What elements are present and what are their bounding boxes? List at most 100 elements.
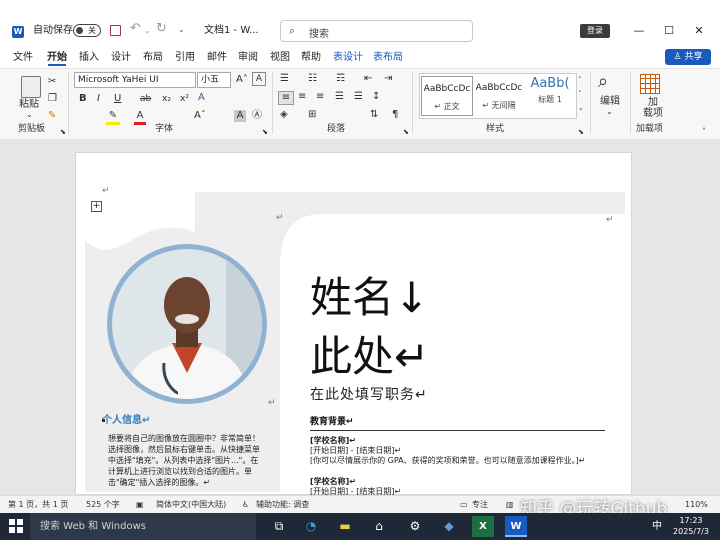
edu-school[interactable]: [学校名称]↵ bbox=[310, 477, 356, 487]
align-right-icon[interactable]: ≡ bbox=[316, 91, 324, 103]
personal-info-heading[interactable]: 个人信息↵ bbox=[102, 415, 150, 427]
tab-view[interactable]: 视图 bbox=[270, 51, 290, 65]
grow-font-icon[interactable]: A˄ bbox=[236, 74, 248, 86]
proofing-icon[interactable]: ▣ bbox=[136, 499, 144, 510]
focus-mode[interactable]: 专注 bbox=[472, 499, 488, 510]
search-input[interactable]: 搜索 bbox=[309, 25, 329, 40]
distributed-icon[interactable]: ☰ bbox=[354, 91, 363, 103]
edu-school[interactable]: [学校名称]↵ bbox=[310, 436, 356, 446]
file-explorer-icon[interactable]: ▬ bbox=[334, 516, 356, 537]
language-indicator[interactable]: 简体中文(中国大陆) bbox=[156, 499, 226, 510]
styles-launcher-icon[interactable]: ⬊ bbox=[578, 126, 584, 138]
copy-icon[interactable]: ❐ bbox=[48, 93, 57, 105]
word-taskbar-icon[interactable]: W bbox=[505, 516, 527, 537]
highlight-icon[interactable]: ✎ bbox=[106, 110, 120, 125]
find-icon[interactable]: ⌕ bbox=[598, 72, 608, 92]
redo-icon[interactable]: ↻ bbox=[156, 22, 167, 35]
ime-indicator[interactable]: 中 bbox=[646, 516, 668, 537]
tab-design[interactable]: 设计 bbox=[111, 51, 131, 65]
document-title[interactable]: 文档1 - W... bbox=[204, 25, 259, 37]
style-heading-1[interactable]: AaBb( 标题 1 bbox=[524, 76, 576, 116]
focus-icon[interactable]: ▭ bbox=[460, 499, 468, 510]
format-painter-icon[interactable]: ✎ bbox=[48, 110, 56, 122]
paste-dropdown-icon[interactable]: ⌄ bbox=[26, 109, 33, 121]
char-shading-icon[interactable]: A bbox=[234, 110, 246, 122]
addins-button-label[interactable]: 加载项 bbox=[643, 97, 663, 119]
tab-table-design[interactable]: 表设计 bbox=[333, 51, 363, 65]
italic-icon[interactable]: I bbox=[97, 93, 100, 105]
style-normal[interactable]: AaBbCcDc ↵ 正文 bbox=[421, 76, 473, 116]
justify-icon[interactable]: ☰ bbox=[335, 91, 344, 103]
clear-format-icon[interactable]: A bbox=[252, 72, 266, 86]
resume-job-title[interactable]: 在此处填写职务↵ bbox=[310, 386, 428, 404]
share-button[interactable]: ♙ 共享 bbox=[665, 49, 711, 65]
font-color-icon[interactable]: A bbox=[134, 110, 146, 125]
tab-home[interactable]: 开始 bbox=[47, 51, 67, 65]
styles-more-icon[interactable]: ⌄ bbox=[578, 102, 584, 114]
search-box[interactable]: ⌕ 搜索 bbox=[280, 20, 473, 42]
addins-icon[interactable] bbox=[640, 74, 660, 94]
app-icon[interactable]: ◆ bbox=[438, 516, 460, 537]
edge-icon[interactable]: ◔ bbox=[300, 516, 322, 537]
font-launcher-icon[interactable]: ⬊ bbox=[262, 126, 268, 138]
sort-icon[interactable]: ⇅ bbox=[370, 109, 378, 121]
align-center-icon[interactable]: ≡ bbox=[298, 91, 306, 103]
word-app-icon[interactable]: W bbox=[12, 26, 24, 38]
show-marks-icon[interactable]: ¶ bbox=[392, 109, 398, 121]
edu-dates[interactable]: [开始日期] - [结束日期]↵ bbox=[310, 446, 401, 456]
paragraph-launcher-icon[interactable]: ⬊ bbox=[403, 126, 409, 138]
cut-icon[interactable]: ✂ bbox=[48, 76, 56, 88]
collapse-ribbon-icon[interactable]: ˄ bbox=[702, 126, 706, 138]
settings-icon[interactable]: ⚙ bbox=[404, 516, 426, 537]
underline-icon[interactable]: U bbox=[114, 93, 121, 105]
font-size-dropdown[interactable]: 小五 bbox=[197, 72, 231, 88]
resume-name-line-2[interactable]: 此处↵ bbox=[310, 332, 429, 382]
font-name-dropdown[interactable]: Microsoft YaHei UI bbox=[74, 72, 196, 88]
bold-icon[interactable]: B bbox=[79, 93, 87, 105]
minimize-button[interactable]: — bbox=[631, 23, 647, 39]
undo-dropdown-icon[interactable]: ⌄ bbox=[144, 25, 151, 37]
enclose-char-icon[interactable]: Ⓐ bbox=[252, 110, 262, 122]
bullets-icon[interactable]: ☰ bbox=[280, 73, 289, 85]
word-count[interactable]: 525 个字 bbox=[86, 499, 120, 510]
style-no-spacing[interactable]: AaBbCcDc ↵ 无间隔 bbox=[473, 76, 525, 116]
tab-table-layout[interactable]: 表布局 bbox=[373, 51, 403, 65]
line-spacing-icon[interactable]: ↕ bbox=[372, 91, 380, 103]
decrease-indent-icon[interactable]: ⇤ bbox=[364, 73, 372, 85]
store-icon[interactable]: ⌂ bbox=[368, 516, 390, 537]
paste-icon[interactable] bbox=[21, 76, 41, 98]
shading-icon[interactable]: ◈ bbox=[280, 109, 288, 121]
tab-layout[interactable]: 布局 bbox=[143, 51, 163, 65]
numbering-icon[interactable]: ☷ bbox=[308, 73, 317, 85]
tab-help[interactable]: 帮助 bbox=[301, 51, 321, 65]
subscript-icon[interactable]: x₂ bbox=[162, 93, 171, 105]
clock[interactable]: 17:23 2025/7/3 bbox=[668, 515, 714, 537]
windows-start-icon[interactable] bbox=[9, 519, 23, 533]
superscript-icon[interactable]: x² bbox=[180, 93, 189, 105]
login-button[interactable]: 登录 bbox=[580, 24, 610, 38]
tab-file[interactable]: 文件 bbox=[13, 51, 33, 65]
increase-indent-icon[interactable]: ⇥ bbox=[384, 73, 392, 85]
zoom-level[interactable]: 110% bbox=[685, 499, 708, 510]
task-view-icon[interactable]: ⧉ bbox=[268, 516, 290, 537]
align-left-icon[interactable]: ≡ bbox=[278, 91, 294, 105]
tab-mailings[interactable]: 邮件 bbox=[207, 51, 227, 65]
styles-scroll-down-icon[interactable]: ˅ bbox=[578, 88, 582, 100]
customize-toolbar-icon[interactable]: ⌄ bbox=[178, 24, 185, 36]
edu-note[interactable]: [你可以尽情展示你的 GPA、获得的奖项和荣誉。也可以随意添加课程作业。]↵ bbox=[310, 456, 585, 466]
accessibility-status[interactable]: 辅助功能: 调查 bbox=[256, 499, 309, 510]
autosave-toggle[interactable]: 关 bbox=[73, 24, 101, 37]
table-move-handle-icon[interactable]: + bbox=[91, 201, 102, 212]
resume-name-line-1[interactable]: 姓名↓ bbox=[310, 273, 429, 323]
change-case-icon[interactable]: Aˇ bbox=[194, 110, 206, 122]
strikethrough-icon[interactable]: ab bbox=[140, 93, 151, 105]
maximize-button[interactable]: ☐ bbox=[661, 23, 677, 39]
personal-info-body[interactable]: 想要将自己的图像放在圆圈中？非常简单！选择图像，然后鼠标右键单击。从快捷菜单中选… bbox=[108, 433, 264, 488]
excel-icon[interactable]: X bbox=[472, 516, 494, 537]
editing-dropdown-icon[interactable]: ⌄ bbox=[606, 106, 613, 118]
close-button[interactable]: ✕ bbox=[691, 23, 707, 39]
education-heading[interactable]: 教育背景↵ bbox=[310, 416, 354, 428]
styles-scroll-up-icon[interactable]: ˄ bbox=[578, 74, 582, 86]
tab-references[interactable]: 引用 bbox=[175, 51, 195, 65]
undo-icon[interactable]: ↶ bbox=[130, 22, 141, 35]
